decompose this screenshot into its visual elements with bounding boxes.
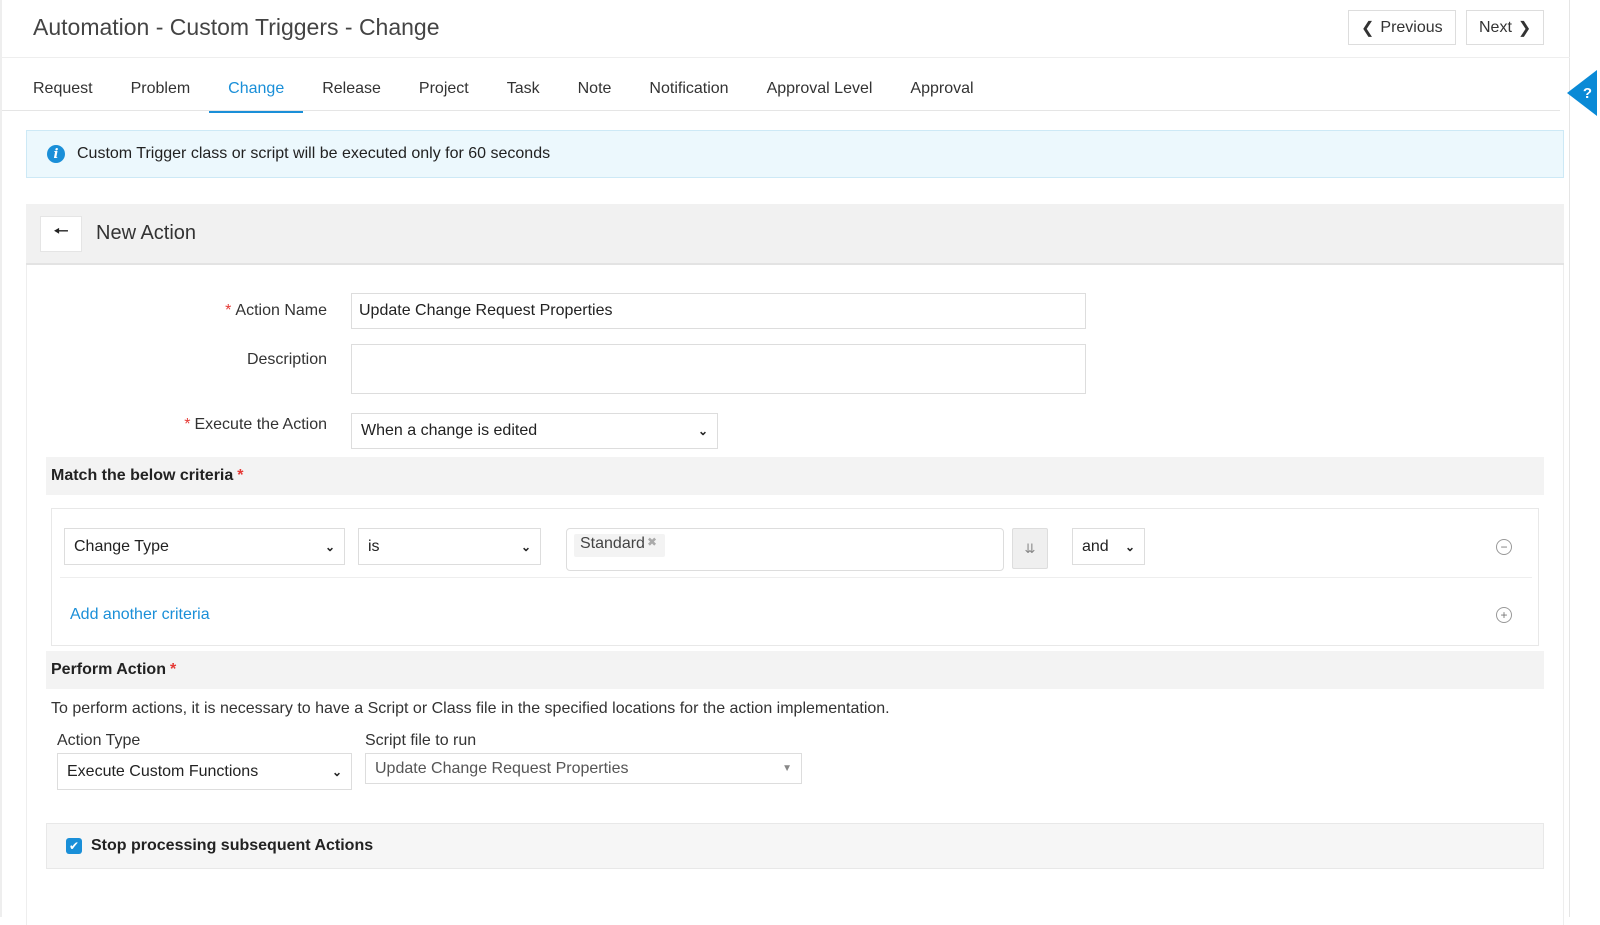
tab-request[interactable]: Request bbox=[14, 70, 112, 113]
action-name-label: *Action Name bbox=[47, 302, 327, 320]
operator-value: is bbox=[368, 538, 380, 556]
stop-processing-row: ✔ Stop processing subsequent Actions bbox=[46, 823, 1544, 869]
divider bbox=[2, 57, 1570, 58]
chevron-down-icon: ⌄ bbox=[1125, 540, 1135, 554]
add-criteria-link[interactable]: Add another criteria bbox=[70, 606, 210, 624]
script-select[interactable]: Update Change Request Properties ▼ bbox=[365, 753, 802, 784]
tab-change[interactable]: Change bbox=[209, 70, 303, 113]
double-chevron-down-icon: ⇊ bbox=[1025, 541, 1036, 557]
conjunction-value: and bbox=[1082, 538, 1109, 556]
next-label: Next bbox=[1479, 19, 1512, 37]
divider bbox=[60, 577, 1532, 578]
remove-tag-icon[interactable]: ✖ bbox=[647, 535, 657, 549]
script-value: Update Change Request Properties bbox=[375, 760, 629, 778]
expand-values-button[interactable]: ⇊ bbox=[1012, 528, 1048, 569]
right-border bbox=[1569, 0, 1570, 917]
tab-release[interactable]: Release bbox=[303, 70, 400, 113]
panel-title: New Action bbox=[96, 222, 196, 245]
stop-processing-label: Stop processing subsequent Actions bbox=[91, 837, 373, 855]
perform-section-header: Perform Action* bbox=[46, 651, 1544, 689]
help-label: ? bbox=[1583, 85, 1592, 102]
caret-down-icon: ▼ bbox=[782, 763, 792, 774]
panel-header: 🠔 New Action bbox=[26, 204, 1564, 265]
info-text: Custom Trigger class or script will be e… bbox=[77, 145, 550, 163]
chevron-down-icon: ⌄ bbox=[698, 424, 708, 438]
tab-problem[interactable]: Problem bbox=[112, 70, 210, 113]
add-criteria-icon[interactable]: + bbox=[1496, 607, 1512, 623]
next-button[interactable]: Next ❯ bbox=[1466, 10, 1544, 45]
chevron-down-icon: ⌄ bbox=[521, 540, 531, 554]
info-icon: i bbox=[47, 145, 65, 163]
chevron-right-icon: ❯ bbox=[1518, 18, 1531, 38]
script-label: Script file to run bbox=[365, 732, 476, 750]
action-type-label: Action Type bbox=[57, 732, 140, 750]
tab-note[interactable]: Note bbox=[559, 70, 631, 113]
action-name-input[interactable]: Update Change Request Properties bbox=[351, 293, 1086, 329]
tab-task[interactable]: Task bbox=[488, 70, 559, 113]
tab-approval[interactable]: Approval bbox=[891, 70, 992, 113]
stop-processing-checkbox[interactable]: ✔ bbox=[66, 838, 82, 854]
remove-criteria-icon[interactable]: − bbox=[1496, 539, 1512, 555]
value-tag: Standard✖ bbox=[574, 534, 665, 557]
tab-approval-level[interactable]: Approval Level bbox=[748, 70, 892, 113]
previous-label: Previous bbox=[1380, 19, 1442, 37]
arrow-left-icon: 🠔 bbox=[53, 219, 69, 249]
perform-note: To perform actions, it is necessary to h… bbox=[51, 700, 890, 718]
tab-notification[interactable]: Notification bbox=[630, 70, 747, 113]
page-title: Automation - Custom Triggers - Change bbox=[33, 14, 440, 41]
description-label: Description bbox=[47, 351, 327, 369]
action-type-select[interactable]: Execute Custom Functions ⌄ bbox=[57, 753, 352, 790]
criteria-operator-select[interactable]: is ⌄ bbox=[358, 528, 541, 565]
tab-project[interactable]: Project bbox=[400, 70, 488, 113]
back-button[interactable]: 🠔 bbox=[40, 216, 82, 252]
module-tabs: Request Problem Change Release Project T… bbox=[14, 70, 993, 113]
chevron-left-icon: ❮ bbox=[1361, 18, 1374, 38]
help-icon[interactable]: ? bbox=[1567, 70, 1597, 116]
chevron-down-icon: ⌄ bbox=[332, 765, 342, 779]
left-border bbox=[0, 0, 2, 917]
previous-button[interactable]: ❮ Previous bbox=[1348, 10, 1456, 45]
info-banner: i Custom Trigger class or script will be… bbox=[26, 130, 1564, 178]
field-value: Change Type bbox=[74, 538, 169, 556]
action-type-value: Execute Custom Functions bbox=[67, 763, 258, 781]
execute-value: When a change is edited bbox=[361, 422, 537, 440]
divider bbox=[2, 110, 1560, 111]
criteria-value-input[interactable]: Standard✖ bbox=[566, 528, 1004, 571]
criteria-section-header: Match the below criteria* bbox=[46, 457, 1544, 495]
conjunction-select[interactable]: and ⌄ bbox=[1072, 528, 1145, 565]
chevron-down-icon: ⌄ bbox=[325, 540, 335, 554]
execute-select[interactable]: When a change is edited ⌄ bbox=[351, 413, 718, 449]
execute-label: *Execute the Action bbox=[47, 416, 327, 434]
description-textarea[interactable] bbox=[351, 344, 1086, 394]
criteria-field-select[interactable]: Change Type ⌄ bbox=[64, 528, 345, 565]
